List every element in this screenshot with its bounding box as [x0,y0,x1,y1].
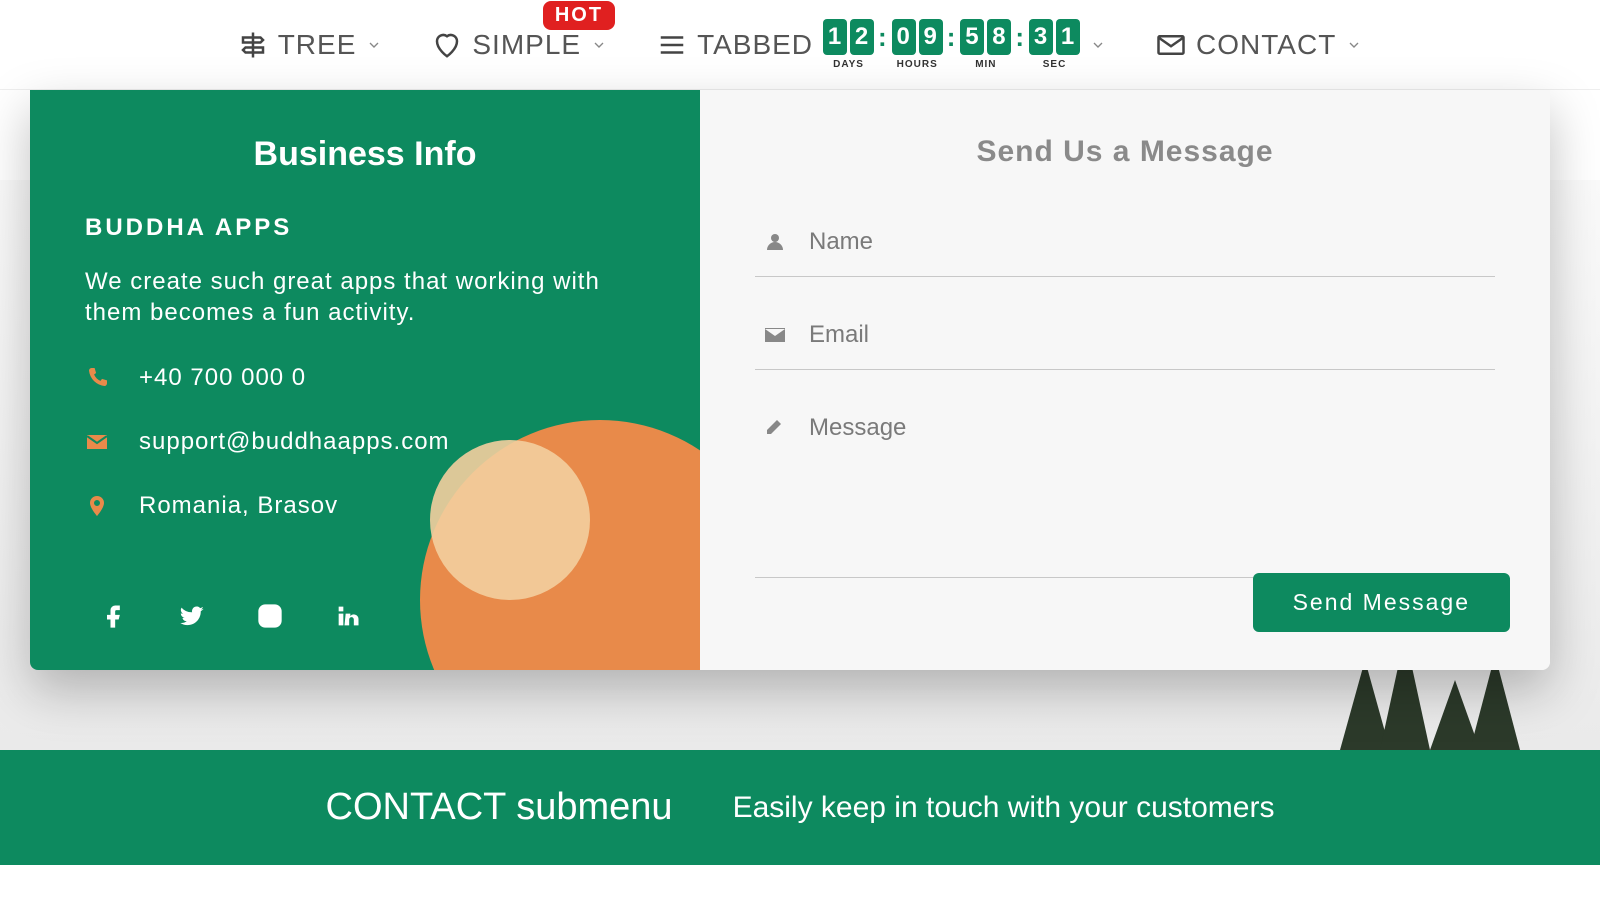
contact-dropdown-panel: Business Info BUDDHA APPS We create such… [30,90,1550,670]
nav-contact[interactable]: CONTACT [1156,29,1362,61]
phone-value: +40 700 000 0 [139,364,306,392]
facebook-icon[interactable] [100,602,128,630]
nav-tree[interactable]: TREE [238,29,383,61]
signpost-icon [238,30,268,60]
company-name: BUDDHA APPS [85,214,645,242]
bottom-banner: CONTACT submenu Easily keep in touch wit… [0,750,1600,865]
phone-line: +40 700 000 0 [85,364,645,392]
countdown-sec-d1: 1 [1056,19,1080,55]
nav-simple-label: SIMPLE [472,29,581,61]
phone-icon [85,366,109,390]
twitter-icon[interactable] [178,602,206,630]
chevron-down-icon [591,37,607,53]
nav-contact-label: CONTACT [1196,29,1336,61]
chevron-down-icon [1090,37,1106,53]
envelope-icon [85,430,109,454]
rows-icon [657,30,687,60]
decorative-circle-tan [430,440,590,600]
banner-title: CONTACT submenu [326,786,673,829]
linkedin-icon[interactable] [334,602,362,630]
message-field[interactable]: Message [755,400,1495,578]
nav-tabbed-label: TABBED [697,29,813,61]
send-message-button[interactable]: Send Message [1253,573,1510,632]
nav-tabbed[interactable]: TABBED 1 2 DAYS : 0 9 HOURS : 5 [657,19,1106,70]
form-title: Send Us a Message [755,135,1495,169]
person-icon [763,230,787,254]
social-links [100,602,362,630]
nav-simple[interactable]: SIMPLE HOT [432,29,607,61]
countdown-hours-label: HOURS [897,59,938,70]
mail-icon [1156,30,1186,60]
email-value: support@buddhaapps.com [139,428,450,456]
contact-form-panel: Send Us a Message Name Email Message Sen… [700,90,1550,670]
address-value: Romania, Brasov [139,492,338,520]
countdown-hours-d1: 9 [919,19,943,55]
countdown-min-d0: 5 [960,19,984,55]
countdown-sec-label: SEC [1043,59,1067,70]
countdown-hours-d0: 0 [892,19,916,55]
banner-subtitle: Easily keep in touch with your customers [733,791,1275,825]
top-nav: TREE SIMPLE HOT TABBED 1 2 DAYS : 0 9 [0,0,1600,90]
email-field[interactable]: Email [755,307,1495,370]
countdown-sec-d0: 3 [1029,19,1053,55]
edit-icon [763,414,787,438]
nav-tree-label: TREE [278,29,357,61]
message-label: Message [809,414,906,442]
company-description: We create such great apps that working w… [85,266,645,328]
hot-badge: HOT [543,1,615,30]
countdown-min-d1: 8 [987,19,1011,55]
countdown-days-label: DAYS [833,59,864,70]
countdown-days-d0: 1 [823,19,847,55]
map-pin-icon [85,494,109,518]
envelope-icon [763,323,787,347]
instagram-icon[interactable] [256,602,284,630]
chevron-down-icon [366,37,382,53]
business-info-panel: Business Info BUDDHA APPS We create such… [30,90,700,670]
name-field[interactable]: Name [755,214,1495,277]
countdown-days-d1: 2 [850,19,874,55]
email-label: Email [809,321,869,349]
business-info-title: Business Info [85,135,645,174]
name-label: Name [809,228,873,256]
countdown-min-label: MIN [975,59,996,70]
heart-icon [432,30,462,60]
chevron-down-icon [1346,37,1362,53]
countdown-timer: 1 2 DAYS : 0 9 HOURS : 5 8 MIN [823,19,1080,70]
